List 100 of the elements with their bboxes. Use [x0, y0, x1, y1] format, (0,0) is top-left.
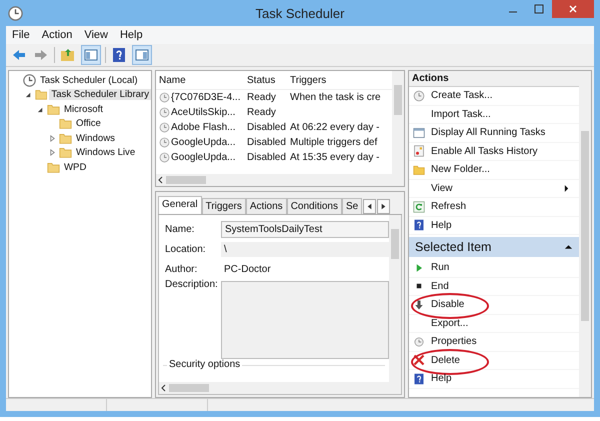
command-link[interactable]: Help [409, 216, 579, 235]
submenu-arrow-icon [564, 184, 569, 193]
task-name[interactable]: AceUtilsSkip... [171, 107, 236, 118]
help-icon[interactable] [110, 46, 128, 64]
task-name[interactable]: GoogleUpda... [171, 137, 236, 148]
window-title: Task Scheduler [256, 6, 344, 20]
scroll-left-icon[interactable] [363, 199, 376, 214]
expanded-arrow-icon[interactable] [37, 106, 44, 113]
horizontal-scrollbar[interactable] [156, 174, 392, 186]
task-name[interactable]: {7C076D3E-4... [171, 92, 240, 103]
clock-icon [413, 336, 425, 348]
folder-icon [47, 102, 60, 116]
folder-icon [413, 164, 425, 176]
tree-item[interactable]: Office [74, 118, 103, 130]
table-cell-text: Multiple triggers def [289, 137, 378, 148]
menu-item[interactable]: Action [42, 29, 72, 41]
close-button[interactable] [552, 0, 594, 18]
folder-icon [59, 132, 72, 145]
expanded-arrow-icon[interactable] [25, 91, 32, 98]
clock-icon [159, 122, 170, 133]
document-icon [413, 145, 425, 158]
field-label: Description: [164, 279, 219, 290]
tab[interactable]: Actions [246, 198, 287, 214]
pane-title: Actions [409, 71, 579, 87]
menu-item[interactable]: View [84, 29, 108, 41]
section-header[interactable]: Selected Item [409, 237, 579, 257]
command-link[interactable]: Display All Running Tasks [409, 124, 579, 142]
tree-item[interactable]: Windows Live [74, 147, 138, 158]
command-link[interactable]: Delete [409, 352, 579, 370]
command-link[interactable]: Refresh [409, 198, 579, 216]
down-arrow-icon [413, 298, 425, 311]
field-label: Location: [164, 244, 207, 254]
help-icon [413, 372, 425, 385]
command-link[interactable]: New Folder... [409, 161, 579, 180]
tab[interactable]: Se [342, 198, 362, 214]
field-label: Name: [164, 224, 196, 234]
column-header[interactable]: Name [156, 74, 244, 86]
tree-item[interactable]: Task Scheduler Library [49, 89, 151, 100]
tab[interactable]: Conditions [286, 198, 342, 214]
table-cell-text: Ready [246, 107, 277, 118]
horizontal-scrollbar[interactable] [159, 382, 389, 394]
clock-icon [8, 6, 23, 20]
scroll-right-icon[interactable] [377, 199, 390, 214]
scroll-thumb[interactable] [166, 176, 206, 184]
command-link[interactable]: View [409, 180, 579, 198]
panel-icon[interactable] [81, 45, 101, 65]
command-link[interactable]: Run [409, 259, 579, 278]
tree-item[interactable]: Microsoft [62, 104, 105, 115]
vertical-scrollbar[interactable] [389, 215, 401, 394]
close-icon [568, 4, 578, 14]
tab[interactable]: General [158, 196, 202, 214]
clock-icon [159, 107, 170, 118]
refresh-icon [413, 200, 425, 213]
author-value: PC-Doctor [223, 262, 272, 276]
tree-item[interactable]: Task Scheduler (Local) [38, 74, 140, 86]
location-field: \ [221, 242, 389, 256]
table-cell-text: Disabled [246, 122, 287, 133]
command-link[interactable]: Disable [409, 296, 579, 314]
command-link[interactable]: Properties [409, 333, 579, 352]
menu-item[interactable]: File [12, 29, 30, 41]
column-header[interactable]: Status [244, 74, 287, 86]
scroll-thumb[interactable] [169, 384, 209, 392]
table-cell-text: When the task is cre [289, 92, 382, 103]
task-name[interactable]: GoogleUpda... [171, 152, 236, 163]
table-cell-text: Disabled [246, 152, 287, 163]
name-field[interactable]: SystemToolsDailyTest [221, 220, 389, 238]
table-cell-text: At 15:35 every day - [289, 152, 380, 163]
clock-icon [159, 152, 170, 163]
task-name[interactable]: Adobe Flash... [171, 122, 236, 133]
collapsed-arrow-icon[interactable] [49, 134, 56, 142]
tree-item[interactable]: Windows [74, 132, 117, 144]
folder-icon [59, 117, 72, 130]
tree-item[interactable]: WPD [62, 162, 88, 173]
collapsed-arrow-icon[interactable] [49, 149, 56, 156]
table-cell-text: Disabled [246, 137, 287, 148]
command-link[interactable]: Help [409, 370, 579, 388]
table-cell-text: At 06:22 every day - [289, 122, 380, 133]
vertical-scrollbar[interactable] [579, 71, 591, 397]
group-label: Security options [167, 359, 242, 370]
clock-icon [23, 74, 36, 87]
clock-icon [159, 137, 170, 148]
panel-icon[interactable] [132, 45, 152, 65]
description-field[interactable] [221, 281, 389, 359]
vertical-scrollbar[interactable] [392, 71, 404, 186]
clock-icon [159, 92, 170, 103]
folder-icon [47, 160, 60, 174]
folder-up-icon[interactable] [59, 46, 77, 64]
window-icon [413, 126, 425, 139]
help-icon [413, 219, 425, 232]
delete-icon [413, 354, 425, 366]
clock-icon [413, 90, 425, 102]
column-header[interactable]: Triggers [287, 74, 392, 86]
tab[interactable]: Triggers [202, 198, 246, 214]
collapse-arrow-icon[interactable] [564, 244, 573, 250]
table-cell-text: Ready [246, 92, 277, 103]
field-label: Author: [164, 264, 198, 274]
command-link[interactable]: Enable All Tasks History [409, 142, 579, 161]
command-link[interactable]: Create Task... [409, 87, 579, 106]
menu-item[interactable]: Help [120, 29, 143, 41]
folder-icon [59, 146, 72, 160]
